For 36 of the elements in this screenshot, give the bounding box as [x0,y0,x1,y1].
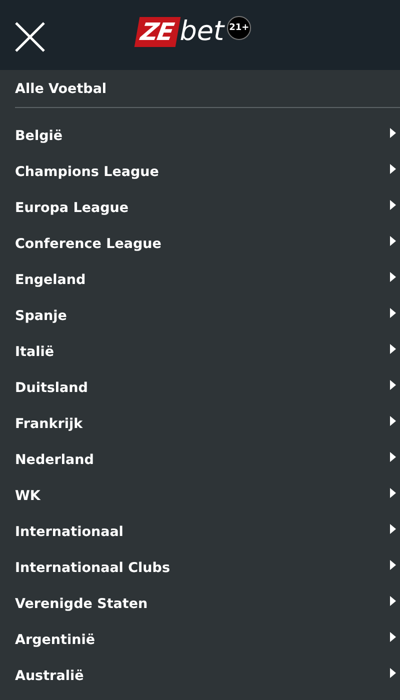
menu-item[interactable]: Italië [0,334,400,370]
menu-item[interactable]: WK [0,478,400,514]
caret-icon [390,128,396,138]
caret-icon [390,308,396,318]
caret-icon [390,632,396,642]
caret-icon [390,416,396,426]
menu-item[interactable]: Nederland [0,442,400,478]
menu-item[interactable]: Frankrijk [0,406,400,442]
caret-icon [390,380,396,390]
menu-item[interactable]: Australië [0,658,400,694]
caret-icon [390,668,396,678]
caret-icon [390,560,396,570]
caret-icon [390,236,396,246]
age-badge: 21+ [227,16,252,40]
logo-text: bet [180,17,224,47]
menu-item[interactable]: Spanje [0,298,400,334]
caret-icon [390,488,396,498]
menu-item[interactable]: Internationaal Clubs [0,550,400,586]
menu-item[interactable]: België [0,118,400,154]
caret-icon [390,524,396,534]
caret-icon [390,452,396,462]
menu-item[interactable]: Verenigde Staten [0,586,400,622]
menu-item[interactable]: Champions League [0,154,400,190]
caret-icon [390,344,396,354]
menu-item[interactable]: Duitsland [0,370,400,406]
logo-mark: ZE [134,17,180,47]
menu-item[interactable]: Conference League [0,226,400,262]
caret-icon [390,596,396,606]
menu-item[interactable]: Europa League [0,190,400,226]
caret-icon [390,272,396,282]
caret-icon [390,164,396,174]
menu-item[interactable]: Argentinië [0,622,400,658]
caret-icon [390,200,396,210]
close-icon[interactable] [14,21,46,53]
menu-item[interactable]: Engeland [0,262,400,298]
menu-item[interactable]: Internationaal [0,514,400,550]
